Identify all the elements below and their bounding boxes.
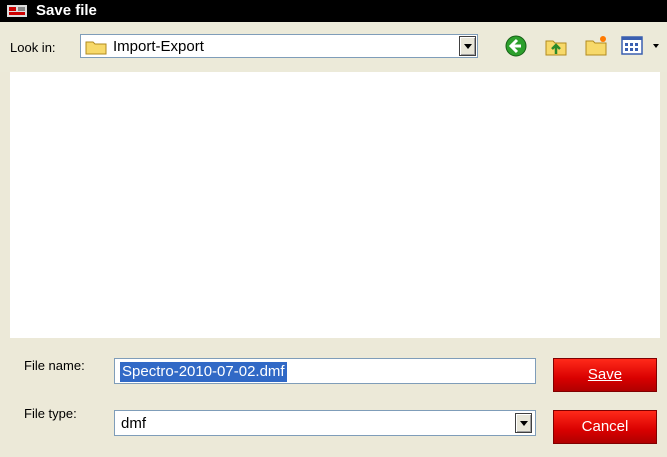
folder-icon — [85, 41, 107, 55]
cancel-button[interactable]: Cancel — [553, 410, 657, 444]
save-button-label: Save — [587, 366, 623, 383]
chevron-down-icon — [520, 421, 528, 426]
view-menu-icon — [621, 36, 643, 55]
file-type-combobox[interactable]: dmf — [114, 410, 536, 436]
look-in-combobox[interactable]: Import-Export — [80, 34, 478, 58]
window-title: Save file — [36, 2, 97, 19]
save-button[interactable]: Save — [553, 358, 657, 392]
new-folder-icon[interactable] — [584, 34, 608, 58]
file-name-value: Spectro-2010-07-02.dmf — [120, 362, 287, 382]
look-in-dropdown-button[interactable] — [459, 36, 476, 56]
file-name-input[interactable]: Spectro-2010-07-02.dmf — [114, 358, 536, 384]
file-type-value: dmf — [121, 415, 147, 432]
chevron-down-icon — [464, 44, 472, 49]
file-list[interactable] — [10, 72, 660, 338]
up-folder-icon[interactable] — [544, 34, 568, 58]
app-icon — [7, 5, 27, 17]
look-in-value: Import-Export — [113, 38, 204, 55]
back-icon[interactable] — [504, 34, 528, 58]
toolbar: Look in: Import-Export — [0, 22, 667, 72]
file-type-label: File type: — [24, 406, 77, 421]
file-name-label: File name: — [24, 358, 85, 373]
file-type-dropdown-button[interactable] — [515, 413, 532, 433]
view-menu-button[interactable] — [620, 34, 662, 58]
look-in-label: Look in: — [10, 40, 56, 55]
caret-down-icon — [653, 44, 659, 48]
title-bar[interactable]: Save file — [0, 0, 667, 22]
